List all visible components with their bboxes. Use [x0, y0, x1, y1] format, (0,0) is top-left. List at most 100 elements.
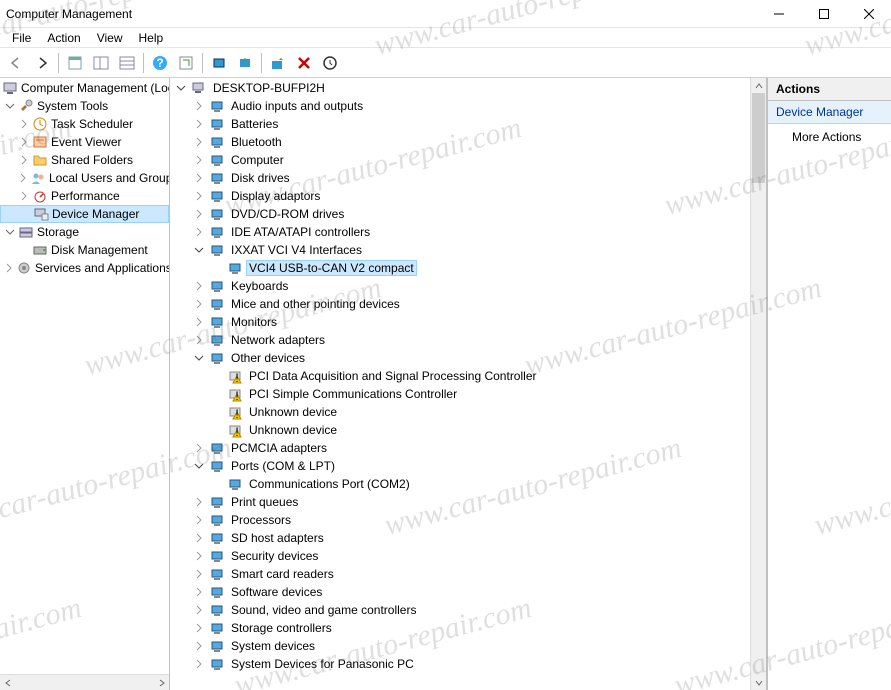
- chevron-right-icon[interactable]: [192, 639, 206, 653]
- tree-performance[interactable]: Performance: [0, 187, 169, 205]
- scroll-right-icon[interactable]: [154, 675, 169, 690]
- menu-help[interactable]: Help: [131, 29, 172, 47]
- device-row[interactable]: Disk drives: [170, 169, 750, 187]
- device-row[interactable]: Security devices: [170, 547, 750, 565]
- tool-list[interactable]: [115, 51, 139, 75]
- actions-more[interactable]: More Actions: [768, 124, 891, 150]
- tree-localusers[interactable]: Local Users and Groups: [0, 169, 169, 187]
- menu-view[interactable]: View: [89, 29, 131, 47]
- tree-devicemanager[interactable]: Device Manager: [0, 205, 169, 223]
- tool-scan-hardware[interactable]: [318, 51, 342, 75]
- device-row[interactable]: VCI4 USB-to-CAN V2 compact: [170, 259, 750, 277]
- device-row[interactable]: System devices: [170, 637, 750, 655]
- maximize-button[interactable]: [801, 0, 846, 28]
- chevron-right-icon[interactable]: [192, 171, 206, 185]
- tool-refresh[interactable]: [174, 51, 198, 75]
- chevron-right-icon[interactable]: [192, 567, 206, 581]
- tree-diskmanagement[interactable]: Disk Management: [0, 241, 169, 259]
- scroll-down-icon[interactable]: [751, 675, 766, 690]
- chevron-right-icon[interactable]: [192, 621, 206, 635]
- minimize-button[interactable]: [756, 0, 801, 28]
- chevron-right-icon[interactable]: [18, 136, 30, 148]
- device-row[interactable]: DVD/CD-ROM drives: [170, 205, 750, 223]
- chevron-right-icon[interactable]: [192, 513, 206, 527]
- device-root[interactable]: DESKTOP-BUFPI2H: [170, 79, 750, 97]
- chevron-right-icon[interactable]: [18, 154, 30, 166]
- chevron-down-icon[interactable]: [4, 226, 16, 238]
- chevron-right-icon[interactable]: [4, 262, 14, 274]
- chevron-right-icon[interactable]: [192, 117, 206, 131]
- device-row[interactable]: PCMCIA adapters: [170, 439, 750, 457]
- chevron-right-icon[interactable]: [192, 153, 206, 167]
- scroll-thumb[interactable]: [15, 676, 154, 690]
- chevron-right-icon[interactable]: [192, 99, 206, 113]
- tool-update[interactable]: [233, 51, 257, 75]
- device-row[interactable]: Network adapters: [170, 331, 750, 349]
- tool-scan[interactable]: [207, 51, 231, 75]
- chevron-right-icon[interactable]: [192, 135, 206, 149]
- chevron-down-icon[interactable]: [192, 459, 206, 473]
- tree-servicesapps[interactable]: Services and Applications: [0, 259, 169, 277]
- device-row[interactable]: Storage controllers: [170, 619, 750, 637]
- tool-help[interactable]: ?: [148, 51, 172, 75]
- chevron-right-icon[interactable]: [192, 441, 206, 455]
- chevron-down-icon[interactable]: [174, 81, 188, 95]
- tree-eventviewer[interactable]: Event Viewer: [0, 133, 169, 151]
- chevron-right-icon[interactable]: [192, 603, 206, 617]
- device-row[interactable]: Mice and other pointing devices: [170, 295, 750, 313]
- chevron-right-icon[interactable]: [192, 333, 206, 347]
- device-row[interactable]: Bluetooth: [170, 133, 750, 151]
- device-row[interactable]: Monitors: [170, 313, 750, 331]
- chevron-right-icon[interactable]: [192, 279, 206, 293]
- chevron-right-icon[interactable]: [192, 531, 206, 545]
- tool-pane[interactable]: [89, 51, 113, 75]
- device-row[interactable]: IXXAT VCI V4 Interfaces: [170, 241, 750, 259]
- device-row[interactable]: Keyboards: [170, 277, 750, 295]
- chevron-right-icon[interactable]: [192, 495, 206, 509]
- forward-button[interactable]: [30, 51, 54, 75]
- back-button[interactable]: [4, 51, 28, 75]
- tree-systools[interactable]: System Tools: [0, 97, 169, 115]
- menu-action[interactable]: Action: [39, 29, 88, 47]
- chevron-right-icon[interactable]: [192, 585, 206, 599]
- chevron-right-icon[interactable]: [18, 190, 30, 202]
- horizontal-scrollbar[interactable]: [0, 674, 169, 690]
- menu-file[interactable]: File: [4, 29, 39, 47]
- chevron-down-icon[interactable]: [192, 351, 206, 365]
- tool-properties[interactable]: [63, 51, 87, 75]
- device-row[interactable]: !Unknown device: [170, 421, 750, 439]
- chevron-right-icon[interactable]: [192, 657, 206, 671]
- chevron-right-icon[interactable]: [192, 189, 206, 203]
- chevron-right-icon[interactable]: [192, 207, 206, 221]
- device-row[interactable]: Audio inputs and outputs: [170, 97, 750, 115]
- tool-enable[interactable]: [266, 51, 290, 75]
- device-row[interactable]: SD host adapters: [170, 529, 750, 547]
- chevron-right-icon[interactable]: [192, 297, 206, 311]
- device-row[interactable]: Software devices: [170, 583, 750, 601]
- scroll-thumb[interactable]: [752, 93, 765, 183]
- actions-section[interactable]: Device Manager: [768, 101, 891, 124]
- scroll-left-icon[interactable]: [0, 675, 15, 690]
- device-row[interactable]: IDE ATA/ATAPI controllers: [170, 223, 750, 241]
- device-row[interactable]: Computer: [170, 151, 750, 169]
- tree-sharedfolders[interactable]: Shared Folders: [0, 151, 169, 169]
- device-row[interactable]: Ports (COM & LPT): [170, 457, 750, 475]
- device-row[interactable]: !PCI Data Acquisition and Signal Process…: [170, 367, 750, 385]
- device-row[interactable]: Smart card readers: [170, 565, 750, 583]
- tree-storage[interactable]: Storage: [0, 223, 169, 241]
- device-row[interactable]: Communications Port (COM2): [170, 475, 750, 493]
- tree-taskscheduler[interactable]: Task Scheduler: [0, 115, 169, 133]
- chevron-right-icon[interactable]: [192, 315, 206, 329]
- device-row[interactable]: Display adaptors: [170, 187, 750, 205]
- tool-uninstall[interactable]: [292, 51, 316, 75]
- chevron-right-icon[interactable]: [192, 549, 206, 563]
- device-row[interactable]: Processors: [170, 511, 750, 529]
- chevron-down-icon[interactable]: [4, 100, 16, 112]
- device-row[interactable]: Other devices: [170, 349, 750, 367]
- close-button[interactable]: [846, 0, 891, 28]
- tree-root[interactable]: Computer Management (Local: [0, 79, 169, 97]
- device-row[interactable]: Print queues: [170, 493, 750, 511]
- device-row[interactable]: Batteries: [170, 115, 750, 133]
- chevron-right-icon[interactable]: [18, 118, 30, 130]
- device-row[interactable]: System Devices for Panasonic PC: [170, 655, 750, 673]
